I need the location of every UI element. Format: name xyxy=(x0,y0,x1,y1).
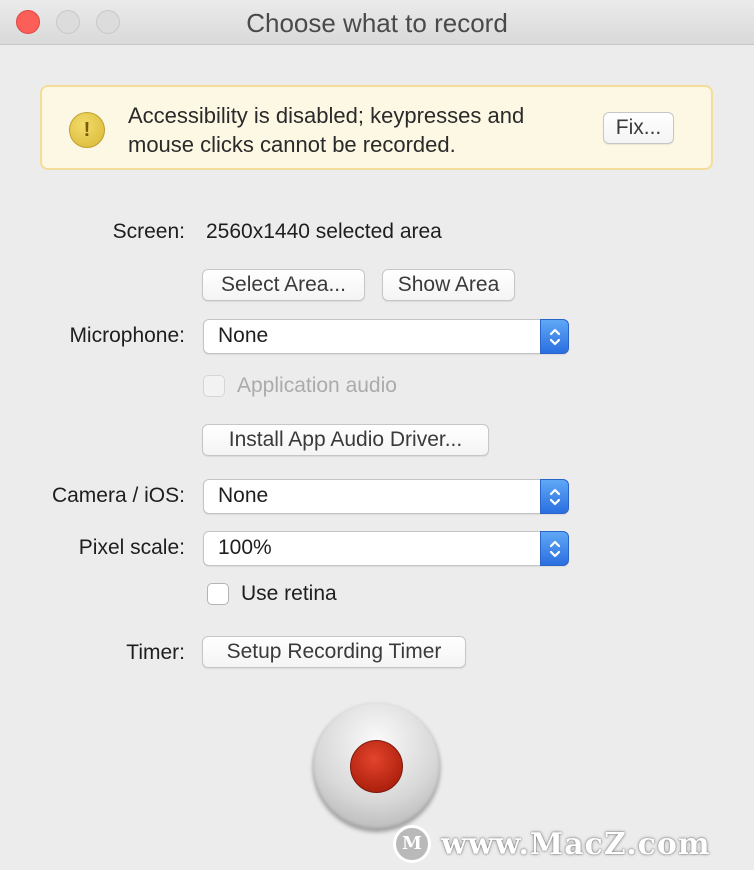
microphone-selected-value: None xyxy=(218,324,269,347)
setup-recording-timer-button[interactable]: Setup Recording Timer xyxy=(202,636,466,668)
show-area-button[interactable]: Show Area xyxy=(382,269,515,301)
chevron-up-down-icon xyxy=(549,488,561,506)
alert-message: Accessibility is disabled; keypresses an… xyxy=(128,101,598,159)
screen-value: 2560x1440 selected area xyxy=(206,220,442,243)
chevron-up-down-icon xyxy=(549,328,561,346)
alert-message-line-2: mouse clicks cannot be recorded. xyxy=(128,132,456,157)
accessibility-alert: ! Accessibility is disabled; keypresses … xyxy=(40,85,713,170)
chevron-up-down-icon xyxy=(549,540,561,558)
title-bar: Choose what to record xyxy=(0,0,754,45)
use-retina-checkbox[interactable] xyxy=(207,583,229,605)
camera-label: Camera / iOS: xyxy=(51,484,185,507)
watermark: M www.MacZ.com xyxy=(393,822,711,866)
use-retina-label: Use retina xyxy=(241,582,337,605)
watermark-logo: M xyxy=(393,825,431,863)
watermark-text: www.MacZ.com xyxy=(441,826,711,862)
application-audio-label: Application audio xyxy=(237,374,397,397)
camera-selected-value: None xyxy=(218,484,269,507)
camera-select[interactable]: None xyxy=(203,479,569,514)
fix-button[interactable]: Fix... xyxy=(603,112,674,144)
pixel-scale-select-stepper[interactable] xyxy=(540,531,569,566)
warning-icon: ! xyxy=(69,112,105,148)
select-area-button[interactable]: Select Area... xyxy=(202,269,365,301)
microphone-label: Microphone: xyxy=(69,324,185,347)
screen-label: Screen: xyxy=(112,220,185,243)
record-icon xyxy=(350,740,403,793)
application-audio-checkbox[interactable] xyxy=(203,375,225,397)
pixel-scale-select[interactable]: 100% xyxy=(203,531,569,566)
microphone-select-stepper[interactable] xyxy=(540,319,569,354)
install-app-audio-driver-button[interactable]: Install App Audio Driver... xyxy=(202,424,489,456)
pixel-scale-selected-value: 100% xyxy=(218,536,272,559)
timer-label: Timer: xyxy=(126,641,185,664)
camera-select-stepper[interactable] xyxy=(540,479,569,514)
window-title: Choose what to record xyxy=(246,8,508,38)
pixel-scale-label: Pixel scale: xyxy=(78,536,185,559)
microphone-select[interactable]: None xyxy=(203,319,569,354)
record-button[interactable] xyxy=(313,703,440,830)
alert-message-line-1: Accessibility is disabled; keypresses an… xyxy=(128,103,525,128)
